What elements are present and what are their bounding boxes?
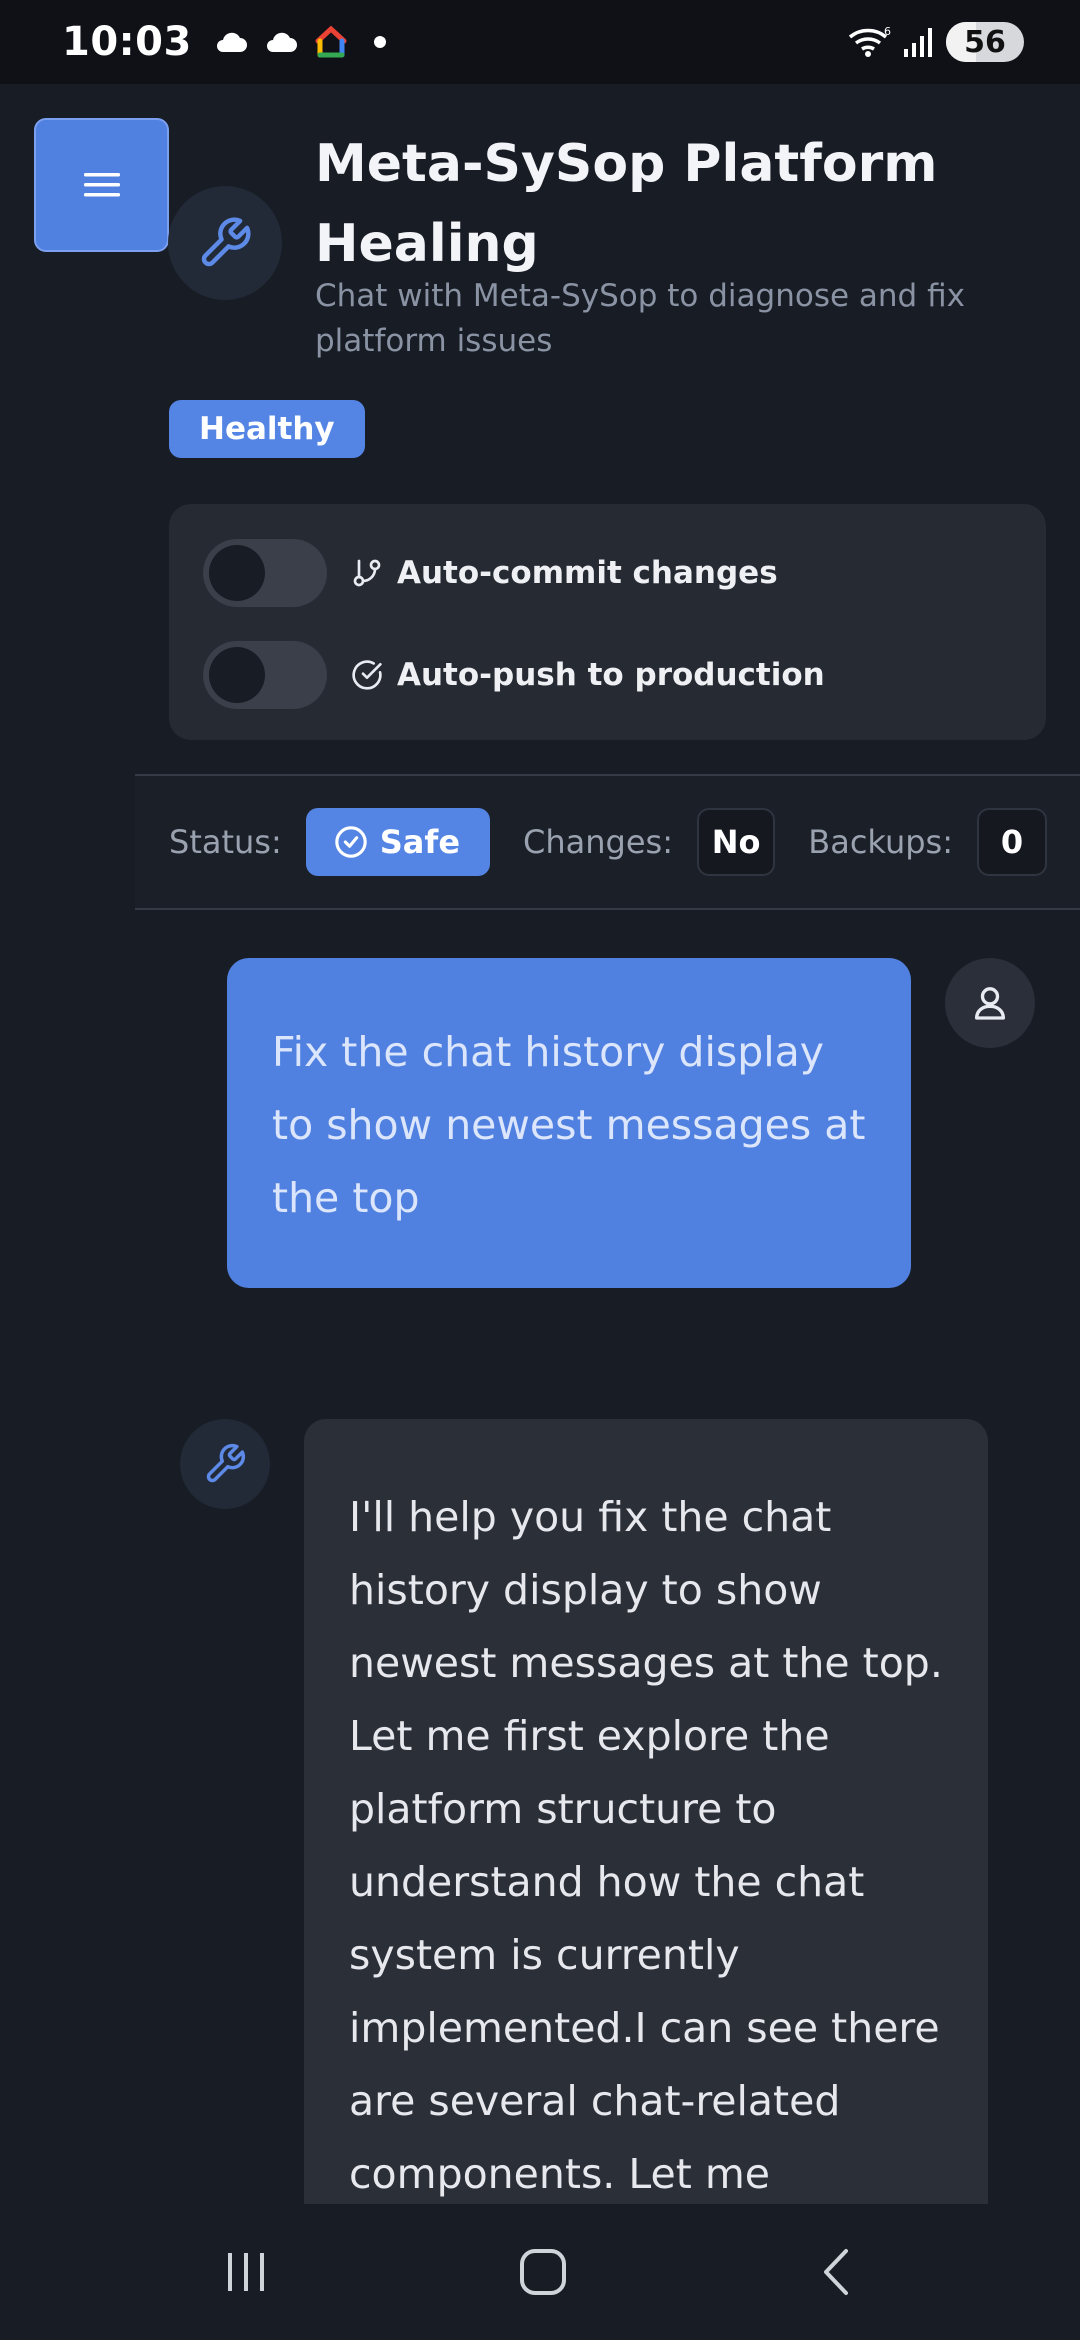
home-icon[interactable] xyxy=(518,2247,568,2297)
header-wrench-avatar xyxy=(168,186,282,300)
cloud-icon xyxy=(216,32,247,52)
assistant-avatar xyxy=(180,1419,270,1509)
auto-push-row: Auto-push to production xyxy=(203,640,825,710)
wifi-icon: 6 xyxy=(848,25,891,57)
status-value: Safe xyxy=(379,823,461,861)
page-title: Meta-SySop Platform Healing xyxy=(315,134,938,274)
git-branch-icon xyxy=(353,559,381,587)
auto-commit-row: Auto-commit changes xyxy=(203,538,778,608)
user-avatar xyxy=(945,958,1035,1048)
system-nav-bar xyxy=(0,2204,1080,2340)
status-label: Status: xyxy=(169,823,282,861)
wrench-icon xyxy=(201,217,251,267)
user-icon xyxy=(975,987,1005,1020)
menu-button[interactable] xyxy=(34,118,169,252)
auto-push-toggle[interactable] xyxy=(203,641,327,709)
backups-label: Backups: xyxy=(808,823,953,861)
status-safe-badge: Safe xyxy=(305,808,491,876)
settings-card: Auto-commit changes Auto-push to product… xyxy=(169,504,1046,740)
cloud-icon xyxy=(266,32,297,52)
page-subtitle: Chat with Meta-SySop to diagnose and fix… xyxy=(315,278,965,359)
system-status-bar: 10:03 6 56 xyxy=(0,0,1080,84)
status-strip: Status: Safe Changes: No Backups: 0 xyxy=(135,774,1080,910)
assistant-message-bubble: I'll help you fix the chat history displ… xyxy=(304,1419,988,2204)
app-screen: Meta-SySop Platform Healing Chat with Me… xyxy=(0,84,1080,2204)
clock: 10:03 xyxy=(62,19,192,65)
auto-commit-label: Auto-commit changes xyxy=(397,555,778,591)
hamburger-menu-icon xyxy=(83,173,120,197)
changes-value: No xyxy=(696,808,776,876)
auto-push-label: Auto-push to production xyxy=(397,657,825,693)
check-circle-icon xyxy=(335,826,367,858)
backups-value: 0 xyxy=(977,808,1047,876)
recent-apps-icon[interactable] xyxy=(224,2249,270,2295)
changes-label: Changes: xyxy=(523,823,673,861)
wrench-icon xyxy=(206,1443,246,1483)
user-message-bubble: Fix the chat history display to show new… xyxy=(227,958,911,1288)
svg-text:6: 6 xyxy=(884,25,891,38)
battery-level: 56 xyxy=(964,24,1006,60)
notification-dot-icon xyxy=(373,36,386,48)
battery-icon: 56 xyxy=(946,22,1024,62)
auto-commit-toggle[interactable] xyxy=(203,539,327,607)
back-icon[interactable] xyxy=(816,2247,856,2297)
health-status-badge: Healthy xyxy=(169,400,365,458)
signal-icon xyxy=(904,28,932,57)
home-app-icon xyxy=(315,25,347,58)
check-circle-icon xyxy=(352,660,382,690)
